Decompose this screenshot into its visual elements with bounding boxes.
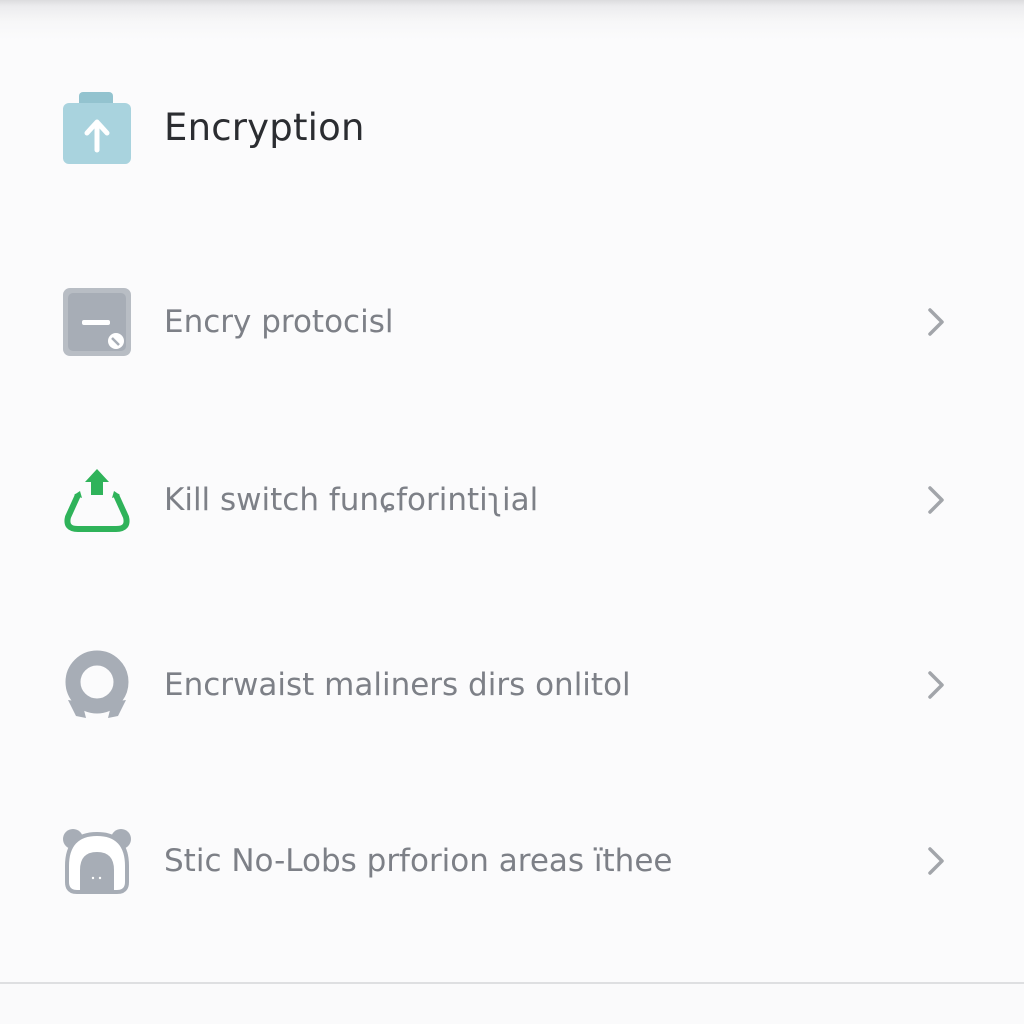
encryption-settings-panel: Encryption Encry protocisl Kill switch f…	[0, 0, 1024, 1024]
ring-shield-icon	[62, 650, 132, 720]
settings-item-label: Encry protocisl	[164, 304, 394, 340]
bottom-area	[0, 984, 1024, 1024]
settings-item-protocol[interactable]: Encry protocisl	[0, 267, 1024, 377]
settings-item-no-logs[interactable]: Stic No-Lobs prforion areas їthee	[0, 806, 1024, 916]
section-header: Encryption	[62, 90, 662, 165]
settings-item-kill-switch[interactable]: Kill switch funɕforintiʅial	[0, 445, 1024, 555]
settings-item-label: Kill switch funɕforintiʅial	[164, 482, 539, 518]
settings-item-encryption-options[interactable]: Encrwaist maliners dirs onlitol	[0, 630, 1024, 740]
kill-switch-icon	[62, 465, 132, 535]
bear-icon	[62, 826, 132, 896]
settings-item-label: Encrwaist maliners dirs onlitol	[164, 667, 631, 703]
chevron-right-icon	[922, 665, 950, 705]
protocol-box-icon	[62, 287, 132, 357]
upload-lock-icon	[62, 90, 132, 165]
page-title: Encryption	[164, 106, 365, 149]
chevron-right-icon	[922, 841, 950, 881]
chevron-right-icon	[922, 480, 950, 520]
chevron-right-icon	[922, 302, 950, 342]
settings-item-label: Stic No-Lobs prforion areas їthee	[164, 843, 673, 879]
